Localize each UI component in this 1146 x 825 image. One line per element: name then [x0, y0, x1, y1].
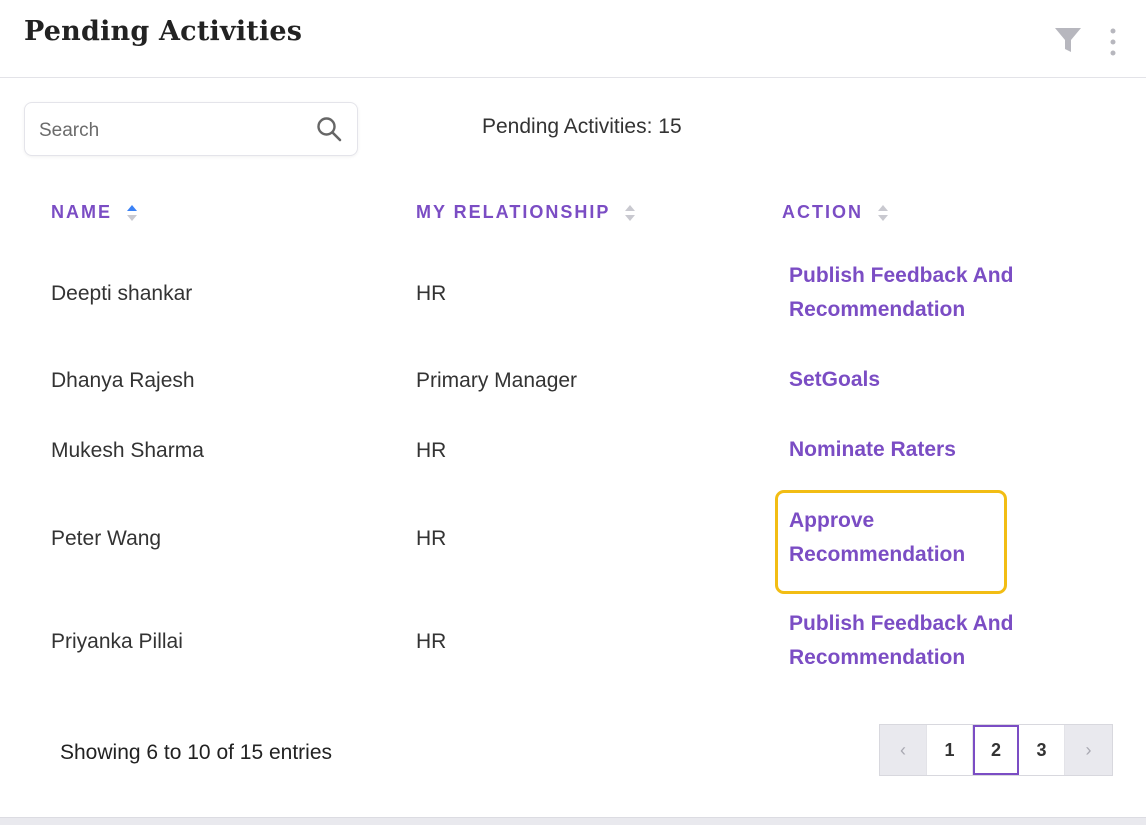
table-row-name: Peter Wang: [51, 527, 162, 550]
table-row-name: Mukesh Sharma: [51, 439, 204, 462]
column-header-label: MY RELATIONSHIP: [416, 202, 611, 222]
sort-icon[interactable]: [877, 204, 889, 222]
action-link-line: Nominate Raters: [789, 438, 956, 461]
column-header-label: ACTION: [782, 202, 863, 222]
page-button-1[interactable]: 1: [927, 725, 973, 775]
pagination: ‹ 1 2 3 ›: [879, 724, 1113, 776]
table-row-relationship: HR: [416, 439, 447, 462]
action-link-publish-feedback[interactable]: Publish Feedback And Recommendation: [789, 607, 1013, 675]
page-button-3[interactable]: 3: [1019, 725, 1065, 775]
card-header: Pending Activities: [0, 0, 1146, 78]
chevron-left-icon[interactable]: ‹: [880, 725, 927, 775]
pending-activities-card: Pending Activities Pending Activities: 1…: [0, 0, 1146, 818]
table-row-relationship: HR: [416, 630, 447, 653]
action-link-line: Publish Feedback And: [789, 264, 1014, 287]
table-row-relationship: HR: [416, 527, 447, 550]
column-header-action[interactable]: ACTION: [782, 202, 889, 223]
sort-icon[interactable]: [126, 204, 138, 222]
action-link-line: Recommendation: [789, 298, 966, 321]
focus-highlight: [775, 490, 1007, 594]
table-row-relationship: Primary Manager: [416, 369, 578, 392]
table-row-name: Priyanka Pillai: [51, 630, 183, 653]
action-link-line: SetGoals: [789, 368, 881, 391]
column-header-relationship[interactable]: MY RELATIONSHIP: [416, 202, 636, 223]
page-button-2[interactable]: 2: [973, 725, 1019, 775]
entries-info: Showing 6 to 10 of 15 entries: [60, 741, 333, 764]
action-link-line: Publish Feedback And: [789, 612, 1014, 635]
search-box: [24, 102, 358, 156]
action-link-nominate-raters[interactable]: Nominate Raters: [789, 433, 956, 467]
action-link-set-goals[interactable]: SetGoals: [789, 363, 880, 397]
chevron-right-icon[interactable]: ›: [1065, 725, 1112, 775]
sort-icon[interactable]: [624, 204, 636, 222]
action-link-line: Recommendation: [789, 646, 966, 669]
search-input[interactable]: [37, 115, 311, 147]
action-link-publish-feedback[interactable]: Publish Feedback And Recommendation: [789, 259, 1013, 327]
column-header-name[interactable]: NAME: [51, 202, 138, 223]
pending-count: Pending Activities: 15: [482, 115, 682, 138]
filter-icon[interactable]: [1054, 27, 1082, 53]
more-vertical-icon[interactable]: [1108, 27, 1118, 57]
search-icon[interactable]: [316, 116, 342, 142]
table-row-name: Deepti shankar: [51, 282, 193, 305]
column-header-label: NAME: [51, 202, 112, 222]
page-title: Pending Activities: [24, 16, 303, 47]
table-row-name: Dhanya Rajesh: [51, 369, 195, 392]
table-row-relationship: HR: [416, 282, 447, 305]
